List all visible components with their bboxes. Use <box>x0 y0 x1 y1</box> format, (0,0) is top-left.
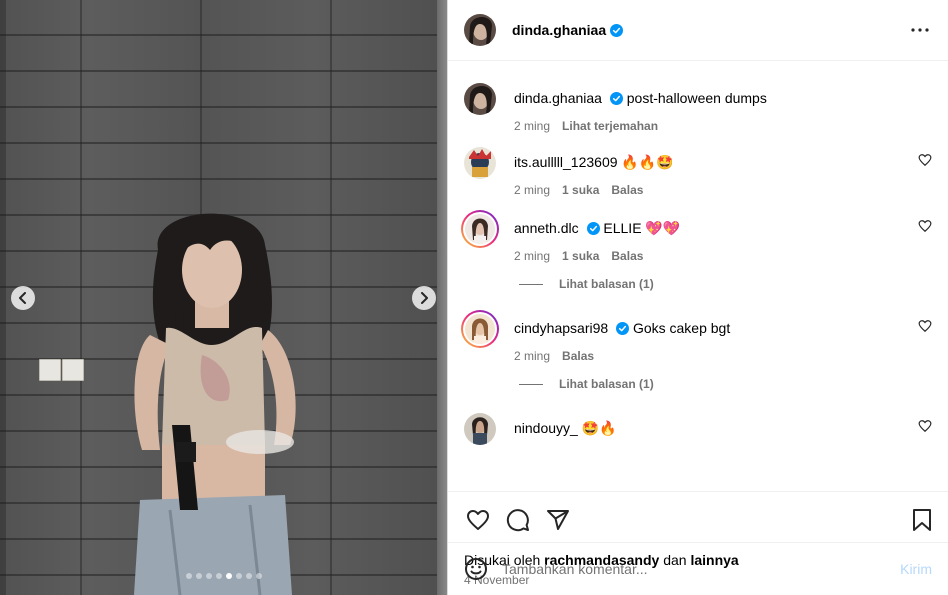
comment-username[interactable]: nindouyy_ <box>514 420 578 436</box>
post-dialog: dinda.ghaniaa dinda.ghaniaa post-hallowe… <box>0 0 948 595</box>
carousel-dot <box>215 573 222 579</box>
view-replies-button[interactable]: Lihat balasan (1) <box>519 277 654 291</box>
comment-username[interactable]: its.aulllll_123609 <box>514 154 618 170</box>
comment-like-heart-icon[interactable] <box>918 153 932 167</box>
view-replies-label: Lihat balasan (1) <box>559 377 654 391</box>
like-button[interactable] <box>458 500 498 540</box>
carousel-indicator <box>0 573 447 579</box>
emoji-icon[interactable] <box>464 557 488 581</box>
light-switch <box>39 359 61 381</box>
wall-seam <box>330 0 332 595</box>
comment-likes-count[interactable]: 1 suka <box>562 249 599 263</box>
wall-seam <box>80 0 82 595</box>
comment-text: 🤩🔥 <box>581 420 617 436</box>
comment-time[interactable]: 2 ming <box>514 183 550 197</box>
verified-badge-icon <box>609 92 623 105</box>
door-frame <box>437 0 447 595</box>
comment-like-heart-icon[interactable] <box>918 419 932 433</box>
photo-subject <box>134 213 296 595</box>
post-side-panel: dinda.ghaniaa dinda.ghaniaa post-hallowe… <box>447 0 948 595</box>
caption-username[interactable]: dinda.ghaniaa <box>514 90 602 106</box>
comment-time[interactable]: 2 ming <box>514 349 550 363</box>
reply-button[interactable]: Balas <box>611 183 643 197</box>
chevron-left-icon <box>19 292 26 304</box>
comment-input[interactable] <box>502 561 901 577</box>
reply-button[interactable]: Balas <box>611 249 643 263</box>
carousel-dot <box>185 573 192 579</box>
comment-time[interactable]: 2 ming <box>514 249 550 263</box>
comment-username[interactable]: anneth.dlc <box>514 220 579 236</box>
commenter-avatar[interactable] <box>464 147 496 179</box>
comment-row: anneth.dlc ELLIE 💖💖 2 ming 1 suka Balas <box>461 210 932 263</box>
comment-text: Goks cakep bgt <box>632 320 731 336</box>
view-replies-button[interactable]: Lihat balasan (1) <box>519 377 654 391</box>
comment-like-heart-icon[interactable] <box>918 319 932 333</box>
verified-badge-icon <box>616 322 630 335</box>
share-button[interactable] <box>538 500 578 540</box>
carousel-dot <box>245 573 252 579</box>
story-ring[interactable] <box>461 210 499 248</box>
view-replies-dash <box>519 383 543 385</box>
translate-button[interactable]: Lihat terjemahan <box>562 119 658 133</box>
chevron-right-icon <box>421 292 428 304</box>
bookmark-icon <box>913 508 931 531</box>
owner-avatar[interactable] <box>464 14 496 46</box>
post-comment-button[interactable]: Kirim <box>900 561 932 577</box>
heart-icon <box>467 509 489 530</box>
carousel-dot <box>235 573 242 579</box>
comment-bubble-icon <box>506 508 529 531</box>
reply-button[interactable]: Balas <box>562 349 594 363</box>
comment-row: its.aulllll_123609 🔥🔥🤩 2 ming 1 suka Bal… <box>464 147 932 197</box>
wall-shadow <box>0 0 6 595</box>
more-horizontal-icon <box>911 28 929 32</box>
carousel-next-button[interactable] <box>412 286 436 310</box>
verified-badge-icon <box>586 222 600 235</box>
comment-like-heart-icon[interactable] <box>918 219 932 233</box>
more-options-button[interactable] <box>908 18 932 42</box>
commenter-avatar <box>465 314 495 344</box>
comment-composer: Kirim <box>448 542 948 595</box>
carousel-dot <box>195 573 202 579</box>
carousel-dot <box>255 573 262 579</box>
view-replies-dash <box>519 283 543 285</box>
comment-likes-count[interactable]: 1 suka <box>562 183 599 197</box>
comment-text: 🔥🔥🤩 <box>621 154 674 170</box>
owner-username[interactable]: dinda.ghaniaa <box>512 22 606 38</box>
post-media[interactable] <box>0 0 447 595</box>
caption-text: post-halloween dumps <box>626 90 767 106</box>
carousel-dot <box>205 573 212 579</box>
post-actions-bar <box>448 491 948 547</box>
comment-username[interactable]: cindyhapsari98 <box>514 320 608 336</box>
comment-button[interactable] <box>498 500 538 540</box>
comments-list[interactable]: dinda.ghaniaa post-halloween dumps 2 min… <box>448 61 948 491</box>
caption-row: dinda.ghaniaa post-halloween dumps 2 min… <box>464 83 932 133</box>
carousel-prev-button[interactable] <box>11 286 35 310</box>
carousel-dot <box>225 573 232 579</box>
paper-plane-icon <box>547 509 569 530</box>
commenter-avatar <box>465 214 495 244</box>
caption-avatar[interactable] <box>464 83 496 115</box>
comment-row: cindyhapsari98 Goks cakep bgt 2 ming Bal… <box>461 310 932 363</box>
story-ring[interactable] <box>461 310 499 348</box>
comment-row: nindouyy_ 🤩🔥 <box>464 413 932 445</box>
view-replies-label: Lihat balasan (1) <box>559 277 654 291</box>
caption-time[interactable]: 2 ming <box>514 119 550 133</box>
comment-text: ELLIE 💖💖 <box>603 220 681 236</box>
commenter-avatar[interactable] <box>464 413 496 445</box>
verified-badge-icon <box>610 23 624 37</box>
light-switch <box>62 359 84 381</box>
post-header: dinda.ghaniaa <box>448 0 948 61</box>
save-button[interactable] <box>902 500 942 540</box>
